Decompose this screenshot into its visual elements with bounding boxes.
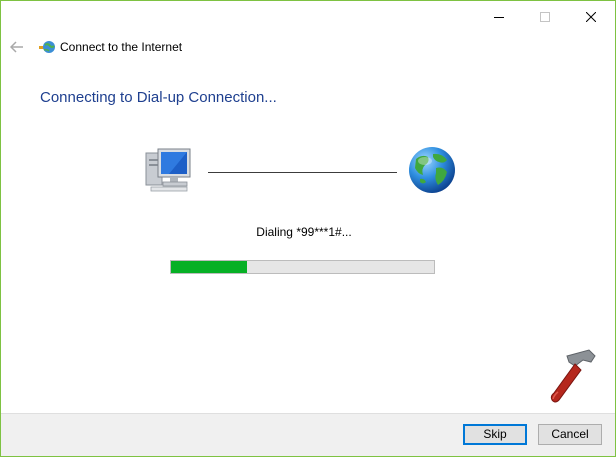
globe-icon bbox=[409, 147, 455, 193]
maximize-icon bbox=[540, 11, 550, 22]
wizard-title: Connect to the Internet bbox=[60, 40, 183, 54]
close-icon bbox=[586, 11, 596, 22]
skip-button[interactable]: Skip bbox=[463, 424, 527, 445]
page-heading: Connecting to Dial-up Connection... bbox=[40, 89, 277, 106]
maximize-button bbox=[522, 1, 568, 32]
connection-line bbox=[208, 172, 397, 173]
network-connection-icon bbox=[39, 41, 55, 53]
hammer-icon bbox=[550, 349, 596, 403]
dialog-window: Connect to the Internet Connecting to Di… bbox=[0, 0, 616, 457]
computer-icon bbox=[145, 148, 191, 192]
minimize-button[interactable] bbox=[476, 1, 522, 32]
back-button[interactable] bbox=[8, 39, 26, 55]
status-text: Dialing *99***1#... bbox=[256, 225, 352, 239]
progress-bar bbox=[170, 260, 435, 274]
back-arrow-icon bbox=[10, 41, 23, 53]
progress-fill bbox=[171, 261, 248, 273]
button-bar: Skip Cancel bbox=[1, 413, 615, 456]
cancel-button[interactable]: Cancel bbox=[538, 424, 602, 445]
close-button[interactable] bbox=[568, 1, 614, 32]
minimize-icon bbox=[494, 16, 504, 18]
